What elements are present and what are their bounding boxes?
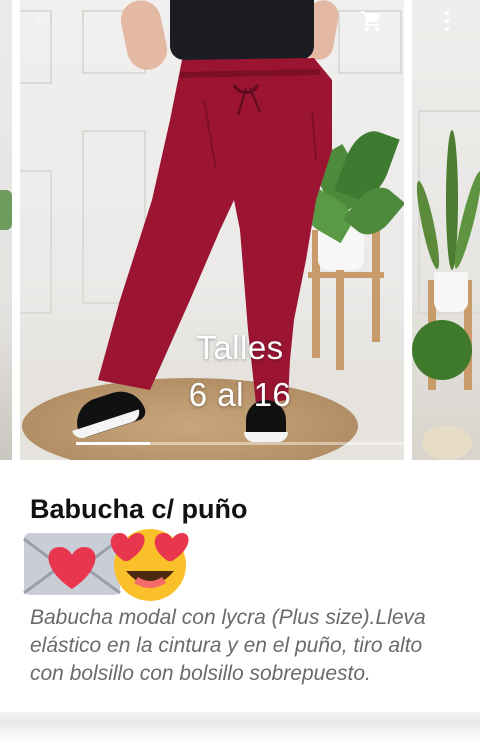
bottom-divider-shadow <box>0 712 480 743</box>
product-description: Babucha modal con lycra (Plus size).Llev… <box>30 606 426 685</box>
product-title: Babucha c/ puño <box>30 494 248 524</box>
carousel-indicator-active <box>76 442 150 445</box>
size-overlay-line2: 6 al 16 <box>188 376 292 413</box>
product-image-carousel[interactable]: Talles 6 al 16 <box>0 0 480 460</box>
carousel-indicator-track <box>150 442 406 445</box>
shoe-sole <box>244 432 288 442</box>
more-vert-icon[interactable] <box>440 9 454 38</box>
size-overlay-line1: Talles <box>196 329 284 366</box>
cart-icon[interactable] <box>360 9 384 38</box>
love-letter-icon <box>23 533 121 595</box>
plant-pot <box>434 272 468 312</box>
back-arrow-icon[interactable] <box>30 8 54 37</box>
wicker-basket <box>422 425 472 460</box>
heart-eyes-face-icon <box>110 529 189 601</box>
emoji-row <box>22 525 192 605</box>
